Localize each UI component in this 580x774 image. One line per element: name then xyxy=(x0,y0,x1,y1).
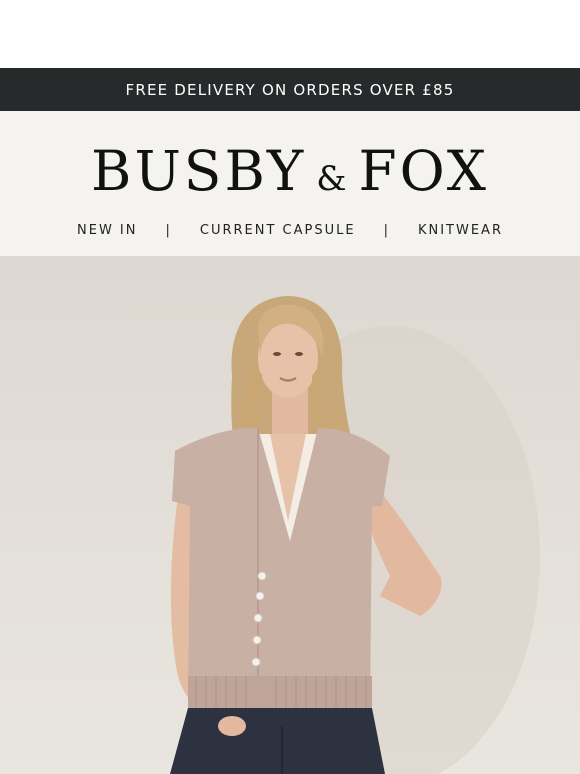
top-spacer xyxy=(0,0,580,68)
hero-illustration xyxy=(170,296,540,774)
promo-banner[interactable]: FREE DELIVERY ON ORDERS OVER £85 xyxy=(0,68,580,111)
header: BUSBY & FOX NEW IN | CURRENT CAPSULE | K… xyxy=(0,111,580,256)
main-nav: NEW IN | CURRENT CAPSULE | KNITWEAR xyxy=(77,223,503,238)
promo-text: FREE DELIVERY ON ORDERS OVER £85 xyxy=(125,80,455,99)
logo-ampersand: & xyxy=(316,159,347,199)
nav-separator: | xyxy=(165,223,172,238)
nav-separator: | xyxy=(383,223,390,238)
hero-image[interactable] xyxy=(0,256,580,774)
logo-word-left: BUSBY xyxy=(91,139,307,203)
nav-item-knitwear[interactable]: KNITWEAR xyxy=(418,223,503,238)
brand-logo[interactable]: BUSBY & FOX xyxy=(91,141,489,201)
nav-item-new-in[interactable]: NEW IN xyxy=(77,223,137,238)
nav-item-current-capsule[interactable]: CURRENT CAPSULE xyxy=(200,223,356,238)
logo-word-right: FOX xyxy=(358,139,489,203)
